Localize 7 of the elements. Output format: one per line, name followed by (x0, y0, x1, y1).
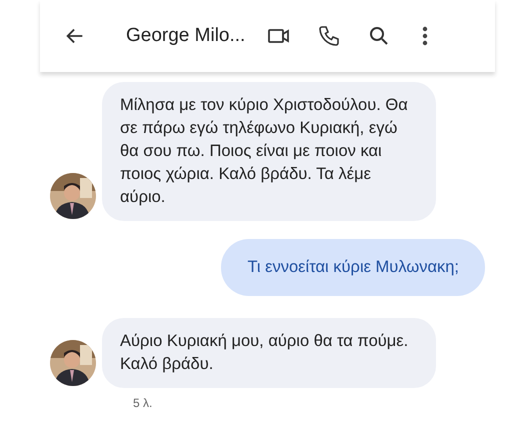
received-message: Μίλησα με τον κύριο Χριστοδούλου. Θα σε πάρω εγώ τηλέφωνο Κυριακή, εγώ θα σου πω. Ποιος είναι με ποιον και ποιος χώρια. Καλό βράδυ. Τα λέμε αύριο. (102, 82, 436, 221)
phone-icon[interactable] (317, 24, 342, 48)
message-time: 5 λ. (133, 396, 154, 410)
more-options-icon[interactable] (421, 24, 430, 48)
received-message: Αύριο Κυριακή μου, αύριο θα τα πούμε. Καλό βράδυ. (102, 318, 436, 388)
contact-name: George Milo... (126, 25, 246, 47)
sent-message: Τι εννοείται κύριε Μυλωνακη; (221, 239, 485, 296)
